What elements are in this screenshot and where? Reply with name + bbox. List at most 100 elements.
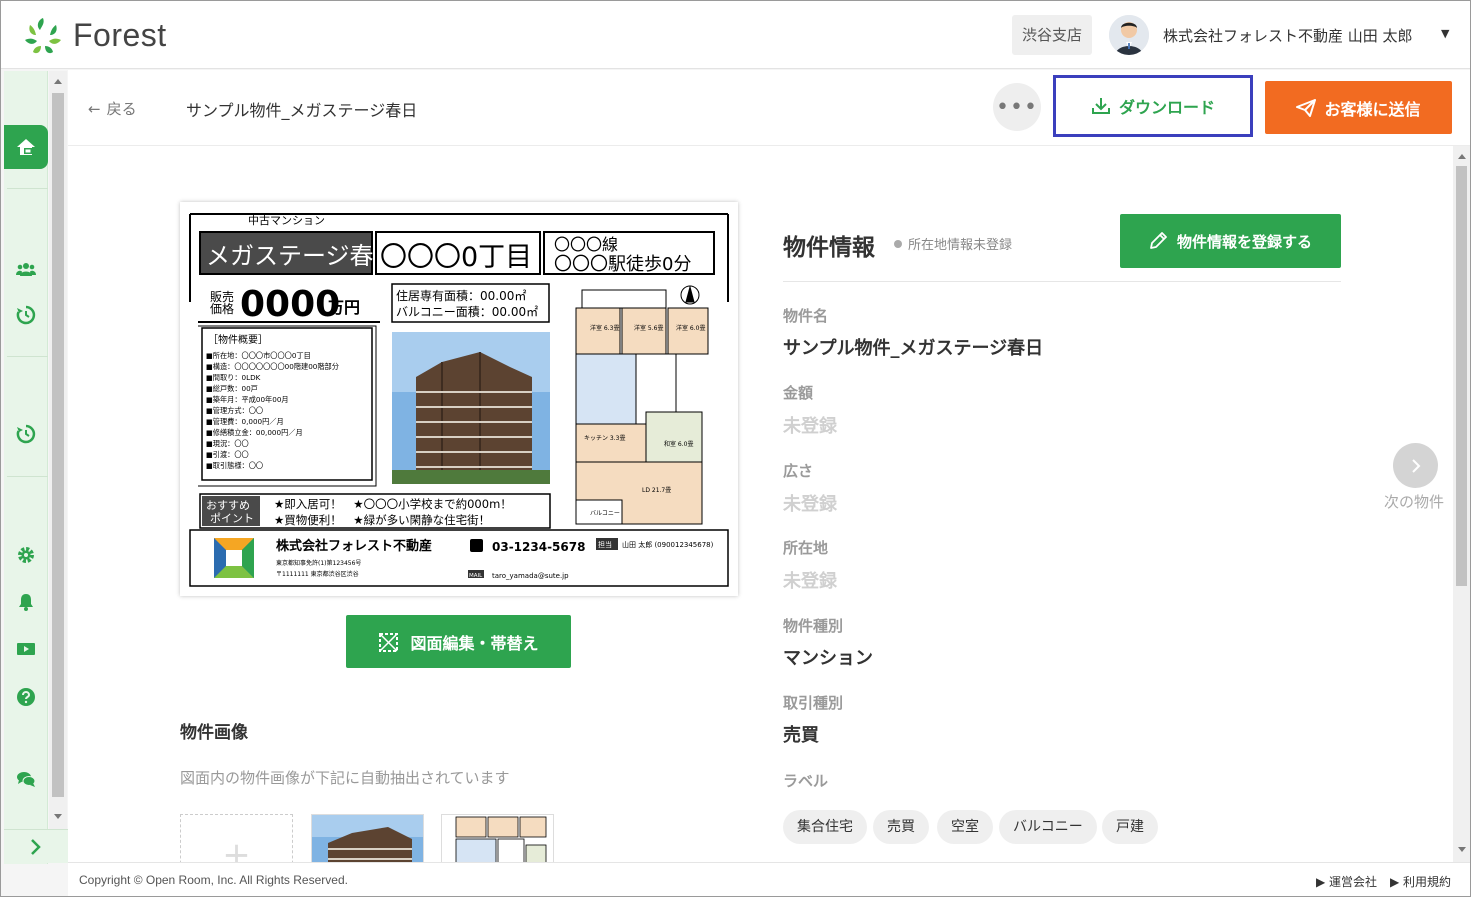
- field-label-location: 所在地: [783, 539, 829, 557]
- flyer-category: 中古マンション: [248, 214, 325, 227]
- flyer-station: 〇〇〇駅徒歩0分: [554, 254, 691, 275]
- sidebar-item-activity[interactable]: [4, 412, 48, 456]
- flyer-staff: 山田 太郎 (090012345678): [622, 540, 714, 549]
- sidebar-item-notifications[interactable]: [4, 580, 48, 624]
- action-bar: ← 戻る サンプル物件_メガステージ春日 ••• ダウンロード お客様に送信: [68, 70, 1470, 146]
- svg-text:MAIL: MAIL: [469, 573, 483, 579]
- forest-logo-icon[interactable]: [21, 15, 65, 57]
- field-label-tags: ラベル: [783, 772, 829, 790]
- flyer-recommend-label: おすすめ: [206, 499, 250, 512]
- register-label: 物件情報を登録する: [1176, 232, 1312, 251]
- flyer-overview-item: ■総戸数：00戸: [206, 384, 258, 393]
- scroll-down-icon[interactable]: [1457, 846, 1467, 854]
- flyer-address: 〇〇〇0丁目: [380, 242, 532, 273]
- footer-link-terms[interactable]: ▶ 利用規約: [1390, 873, 1451, 890]
- send-to-customer-button[interactable]: お客様に送信: [1265, 81, 1452, 134]
- sidebar-item-settings[interactable]: [4, 533, 48, 577]
- info-divider: [783, 281, 1341, 282]
- sidebar-divider: [7, 188, 48, 189]
- image-thumbnail[interactable]: [311, 814, 424, 862]
- tag-chip[interactable]: 集合住宅: [783, 810, 867, 844]
- sidebar-item-help[interactable]: [4, 675, 48, 719]
- app-header: Forest 渋谷支店 株式会社フォレスト不動産 山田 太郎 ▼: [1, 1, 1470, 69]
- tag-chip[interactable]: 空室: [937, 810, 993, 844]
- location-status: 所在地情報未登録: [894, 234, 1012, 253]
- scrollbar-thumb[interactable]: [1456, 166, 1467, 586]
- tag-chip[interactable]: バルコニー: [999, 810, 1097, 844]
- svg-text:価格: 価格: [210, 301, 234, 316]
- house-icon: [17, 139, 35, 155]
- sidebar-item-videos[interactable]: [4, 627, 48, 671]
- field-value-type: マンション: [783, 648, 873, 669]
- tag-chip[interactable]: 戸建: [1102, 810, 1158, 844]
- more-options-button[interactable]: •••: [993, 83, 1041, 131]
- sidebar-item-history[interactable]: [4, 293, 48, 337]
- download-icon: [1091, 98, 1110, 114]
- flyer-company-address: 〒1111111 東京都渋谷区渋谷: [276, 570, 359, 578]
- scroll-up-icon[interactable]: [53, 77, 63, 85]
- flyer-area-1: 住居専有面積：00.00㎡: [396, 288, 526, 303]
- svg-text:洋室 6.3畳: 洋室 6.3畳: [590, 324, 619, 332]
- main-scrollbar[interactable]: [1453, 146, 1470, 862]
- back-link[interactable]: ← 戻る: [88, 98, 137, 119]
- logo-text: Forest: [73, 17, 167, 53]
- sidebar-expand-button[interactable]: [4, 829, 68, 863]
- help-icon: [17, 688, 35, 706]
- flyer-email: taro_yamada@sute.jp: [492, 572, 569, 580]
- branch-badge[interactable]: 渋谷支店: [1012, 15, 1093, 55]
- download-button[interactable]: ダウンロード: [1053, 75, 1253, 137]
- main-content: 中古マンション メガステージ春日 〇〇〇0丁目 〇〇〇線 〇〇〇駅徒歩0分 販売…: [68, 146, 1453, 862]
- send-label: お客様に送信: [1324, 99, 1421, 119]
- next-property-label[interactable]: 次の物件: [1384, 491, 1444, 512]
- footer-link-company[interactable]: ▶ 運営会社: [1316, 873, 1377, 890]
- svg-text:洋室 5.6畳: 洋室 5.6畳: [634, 324, 663, 332]
- sidebar-divider: [7, 356, 48, 357]
- images-section-title: 物件画像: [180, 723, 248, 743]
- field-value-name: サンプル物件_メガステージ春日: [783, 338, 1044, 359]
- flyer-area-2: バルコニー面積：00.00㎡: [396, 304, 538, 319]
- tag-chip[interactable]: 売買: [873, 810, 929, 844]
- users-icon: [16, 263, 36, 276]
- caret-down-icon[interactable]: ▼: [1441, 27, 1449, 40]
- sidebar-divider: [7, 476, 48, 477]
- flyer-price-unit: 万円: [327, 298, 360, 317]
- scroll-down-icon[interactable]: [53, 813, 63, 821]
- svg-text:キッチン 3.3畳: キッチン 3.3畳: [584, 435, 625, 442]
- svg-text:和室 6.0畳: 和室 6.0畳: [664, 440, 693, 448]
- edit-flyer-button[interactable]: 図面編集・帯替え: [346, 615, 571, 668]
- field-label-area: 広さ: [783, 462, 814, 480]
- sidebar-item-chat[interactable]: [4, 757, 48, 801]
- sidebar-item-customers[interactable]: [4, 247, 48, 291]
- edit-flyer-label: 図面編集・帯替え: [410, 633, 539, 653]
- footer: Copyright © Open Room, Inc. All Rights R…: [68, 862, 1470, 896]
- property-flyer[interactable]: 中古マンション メガステージ春日 〇〇〇0丁目 〇〇〇線 〇〇〇駅徒歩0分 販売…: [180, 202, 738, 596]
- flyer-overview-title: ［物件概要］: [208, 333, 268, 346]
- field-value-area: 未登録: [783, 494, 837, 515]
- copyright: Copyright © Open Room, Inc. All Rights R…: [79, 873, 348, 887]
- flyer-overview-item: ■引渡：〇〇: [206, 450, 249, 459]
- info-section-title: 物件情報: [783, 235, 875, 261]
- scroll-up-icon[interactable]: [1457, 152, 1467, 160]
- flyer-overview-item: ■所在地：〇〇〇市〇〇〇0丁目: [206, 351, 311, 360]
- flyer-overview-item: ■現況：〇〇: [206, 439, 249, 448]
- chevron-right-icon: [1411, 458, 1420, 473]
- svg-text:担当: 担当: [598, 540, 612, 549]
- sidebar-scrollbar[interactable]: [49, 71, 67, 829]
- user-name[interactable]: 株式会社フォレスト不動産 山田 太郎: [1163, 25, 1413, 46]
- sidebar: [4, 71, 48, 864]
- scrollbar-thumb[interactable]: [52, 93, 64, 797]
- avatar[interactable]: [1109, 15, 1149, 55]
- sidebar-item-properties[interactable]: [4, 125, 48, 169]
- svg-text:LD 21.7畳: LD 21.7畳: [642, 487, 671, 494]
- image-thumbnail[interactable]: [441, 814, 554, 862]
- flyer-license: 東京都知事免許(1)第123456号: [276, 559, 361, 567]
- video-icon: [17, 643, 35, 655]
- history-icon: [16, 305, 36, 325]
- flyer-image: 中古マンション メガステージ春日 〇〇〇0丁目 〇〇〇線 〇〇〇駅徒歩0分 販売…: [180, 202, 738, 596]
- field-value-price: 未登録: [783, 416, 837, 437]
- paper-plane-icon: [1296, 98, 1317, 117]
- register-property-button[interactable]: 物件情報を登録する: [1120, 214, 1341, 268]
- svg-text:バルコニー: バルコニー: [590, 510, 620, 517]
- next-property-button[interactable]: [1393, 443, 1438, 488]
- add-image-button[interactable]: +: [180, 814, 293, 862]
